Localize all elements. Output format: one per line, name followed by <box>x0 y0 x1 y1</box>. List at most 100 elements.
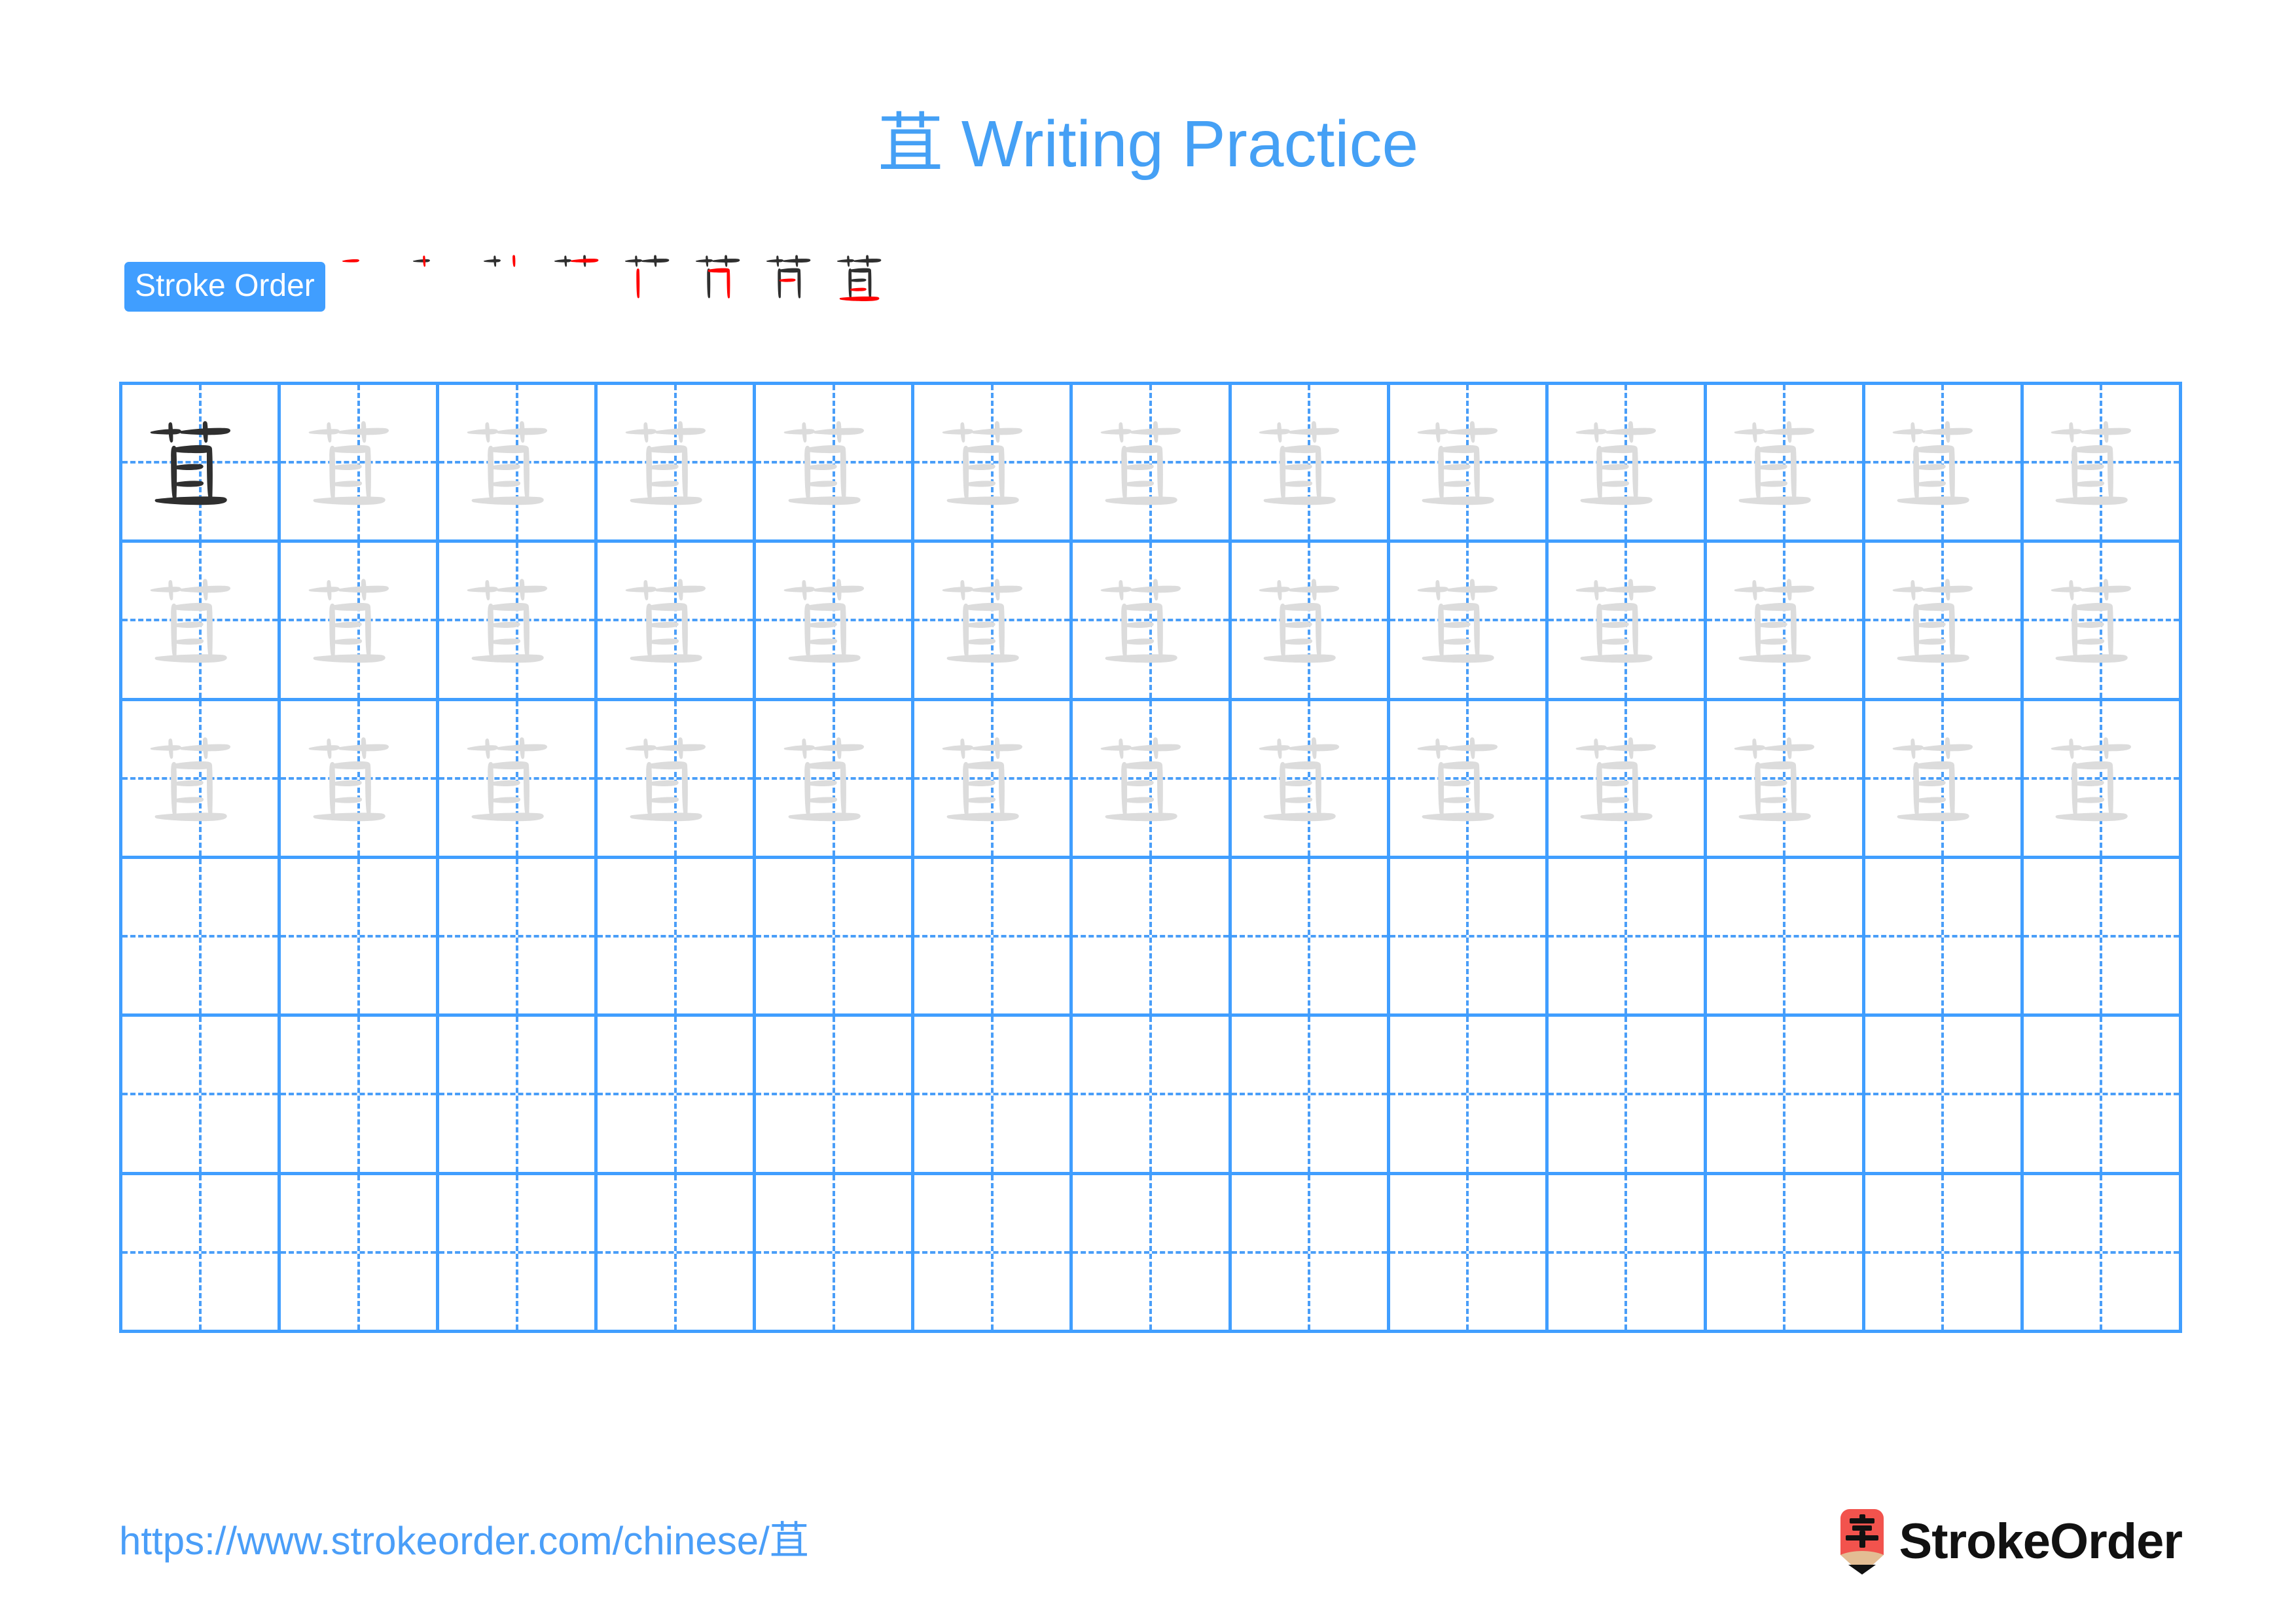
tracing-character <box>1707 385 1862 539</box>
practice-cell-r6-c10[interactable] <box>1548 1175 1707 1330</box>
practice-grid-row <box>122 1175 2183 1333</box>
stroke-order-steps <box>334 247 900 326</box>
practice-cell-r6-c13[interactable] <box>2023 1175 2183 1330</box>
practice-cell-r3-c2[interactable] <box>281 701 440 856</box>
practice-cell-r6-c5[interactable] <box>756 1175 915 1330</box>
practice-cell-r6-c1[interactable] <box>122 1175 281 1330</box>
practice-cell-r1-c11[interactable] <box>1706 385 1865 540</box>
tracing-character <box>1549 385 1704 539</box>
practice-cell-r1-c5[interactable] <box>756 385 915 540</box>
practice-cell-r6-c12[interactable] <box>1865 1175 2024 1330</box>
practice-cell-r1-c13[interactable] <box>2023 385 2183 540</box>
practice-cell-r3-c9[interactable] <box>1390 701 1549 856</box>
practice-cell-r2-c3[interactable] <box>439 543 598 698</box>
practice-cell-r4-c11[interactable] <box>1706 858 1865 1014</box>
practice-cell-r1-c8[interactable] <box>1231 385 1390 540</box>
practice-cell-r4-c12[interactable] <box>1865 858 2024 1014</box>
practice-cell-r4-c3[interactable] <box>439 858 598 1014</box>
practice-cell-r5-c3[interactable] <box>439 1017 598 1172</box>
site-logo[interactable]: StrokeOrder <box>1837 1506 2183 1578</box>
practice-cell-r5-c1[interactable] <box>122 1017 281 1172</box>
practice-cell-r3-c12[interactable] <box>1865 701 2024 856</box>
practice-cell-r2-c7[interactable] <box>1073 543 1232 698</box>
practice-cell-r6-c3[interactable] <box>439 1175 598 1330</box>
practice-cell-r4-c9[interactable] <box>1390 858 1549 1014</box>
tracing-character <box>439 701 594 856</box>
source-url-link[interactable]: https://www.strokeorder.com/chinese/苴 <box>119 1518 809 1565</box>
practice-cell-r6-c6[interactable] <box>914 1175 1073 1330</box>
practice-cell-r4-c2[interactable] <box>281 858 440 1014</box>
practice-cell-r2-c9[interactable] <box>1390 543 1549 698</box>
practice-cell-r4-c8[interactable] <box>1231 858 1390 1014</box>
practice-cell-r5-c8[interactable] <box>1231 1017 1390 1172</box>
practice-cell-r5-c7[interactable] <box>1073 1017 1232 1172</box>
practice-cell-r1-c10[interactable] <box>1548 385 1707 540</box>
practice-cell-r5-c12[interactable] <box>1865 1017 2024 1172</box>
practice-cell-r1-c9[interactable] <box>1390 385 1549 540</box>
practice-cell-r5-c10[interactable] <box>1548 1017 1707 1172</box>
practice-cell-r4-c4[interactable] <box>598 858 757 1014</box>
practice-cell-r2-c11[interactable] <box>1706 543 1865 698</box>
practice-cell-r5-c5[interactable] <box>756 1017 915 1172</box>
tracing-character <box>1232 385 1387 539</box>
practice-cell-r5-c6[interactable] <box>914 1017 1073 1172</box>
practice-cell-r2-c10[interactable] <box>1548 543 1707 698</box>
vertical-guide-line <box>357 1017 360 1172</box>
practice-cell-r2-c2[interactable] <box>281 543 440 698</box>
practice-cell-r5-c4[interactable] <box>598 1017 757 1172</box>
tracing-character <box>1390 543 1545 697</box>
practice-cell-r3-c7[interactable] <box>1073 701 1232 856</box>
practice-cell-r3-c10[interactable] <box>1548 701 1707 856</box>
practice-cell-r1-c12[interactable] <box>1865 385 2024 540</box>
practice-cell-r2-c1[interactable] <box>122 543 281 698</box>
vertical-guide-line <box>673 1175 677 1330</box>
practice-cell-r6-c4[interactable] <box>598 1175 757 1330</box>
practice-cell-r4-c6[interactable] <box>914 858 1073 1014</box>
vertical-guide-line <box>1624 1017 1628 1172</box>
practice-cell-r5-c11[interactable] <box>1706 1017 1865 1172</box>
practice-cell-r2-c5[interactable] <box>756 543 915 698</box>
practice-cell-r4-c5[interactable] <box>756 858 915 1014</box>
vertical-guide-line <box>1149 858 1152 1014</box>
stroke-order-section: Stroke Order <box>124 255 900 316</box>
practice-cell-r2-c13[interactable] <box>2023 543 2183 698</box>
practice-cell-r3-c3[interactable] <box>439 701 598 856</box>
tracing-character <box>2024 385 2179 539</box>
tracing-character <box>1390 701 1545 856</box>
practice-cell-r4-c1[interactable] <box>122 858 281 1014</box>
tracing-character <box>598 385 753 539</box>
practice-cell-r1-c7[interactable] <box>1073 385 1232 540</box>
practice-cell-r3-c8[interactable] <box>1231 701 1390 856</box>
practice-cell-r6-c11[interactable] <box>1706 1175 1865 1330</box>
practice-cell-r3-c5[interactable] <box>756 701 915 856</box>
tracing-character <box>439 385 594 539</box>
tracing-character <box>598 701 753 856</box>
practice-cell-r1-c1[interactable] <box>122 385 281 540</box>
practice-cell-r3-c11[interactable] <box>1706 701 1865 856</box>
practice-cell-r4-c10[interactable] <box>1548 858 1707 1014</box>
practice-cell-r1-c2[interactable] <box>281 385 440 540</box>
stroke-step-7 <box>759 247 829 326</box>
practice-cell-r2-c6[interactable] <box>914 543 1073 698</box>
practice-cell-r2-c4[interactable] <box>598 543 757 698</box>
practice-cell-r4-c7[interactable] <box>1073 858 1232 1014</box>
practice-cell-r6-c8[interactable] <box>1231 1175 1390 1330</box>
practice-cell-r3-c13[interactable] <box>2023 701 2183 856</box>
practice-cell-r2-c12[interactable] <box>1865 543 2024 698</box>
practice-cell-r2-c8[interactable] <box>1231 543 1390 698</box>
practice-cell-r6-c2[interactable] <box>281 1175 440 1330</box>
practice-cell-r5-c13[interactable] <box>2023 1017 2183 1172</box>
practice-cell-r3-c6[interactable] <box>914 701 1073 856</box>
practice-cell-r3-c1[interactable] <box>122 701 281 856</box>
practice-cell-r3-c4[interactable] <box>598 701 757 856</box>
practice-cell-r6-c9[interactable] <box>1390 1175 1549 1330</box>
vertical-guide-line <box>1783 858 1786 1014</box>
practice-cell-r1-c4[interactable] <box>598 385 757 540</box>
practice-cell-r1-c6[interactable] <box>914 385 1073 540</box>
practice-cell-r5-c9[interactable] <box>1390 1017 1549 1172</box>
practice-cell-r6-c7[interactable] <box>1073 1175 1232 1330</box>
practice-cell-r1-c3[interactable] <box>439 385 598 540</box>
model-character <box>122 385 278 539</box>
practice-cell-r5-c2[interactable] <box>281 1017 440 1172</box>
practice-cell-r4-c13[interactable] <box>2023 858 2183 1014</box>
